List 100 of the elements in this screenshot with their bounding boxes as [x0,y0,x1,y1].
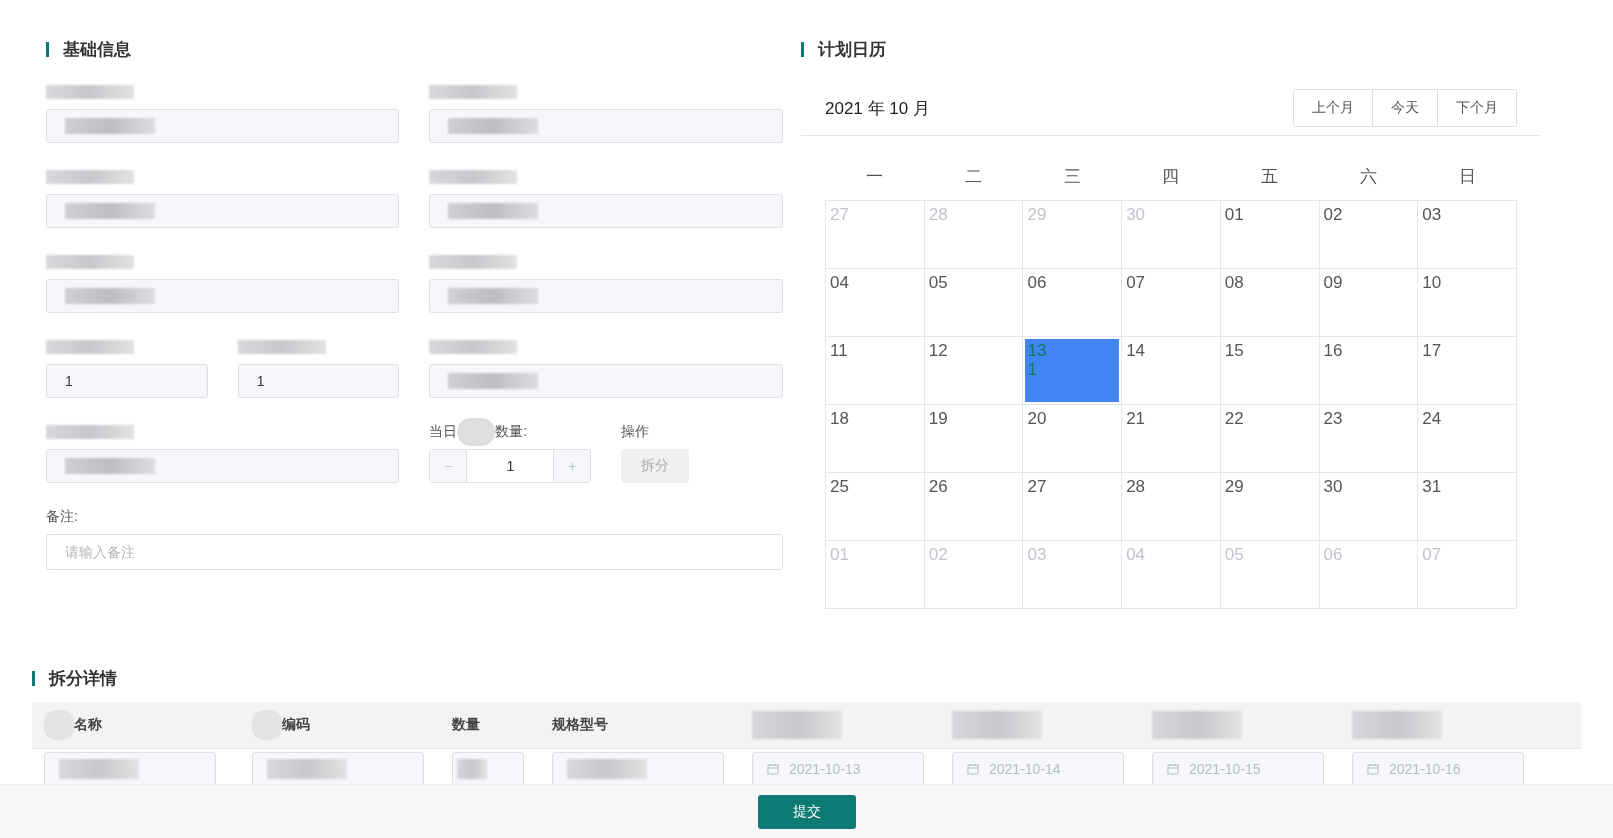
day-number: 06 [1323,545,1343,564]
day-number: 12 [928,341,948,360]
input-field[interactable] [552,752,724,786]
day-cell[interactable]: 07 [1122,269,1221,337]
input-field[interactable] [46,194,400,228]
day-cell[interactable]: 31 [1418,473,1517,541]
day-cell[interactable]: 08 [1220,269,1320,337]
day-number: 26 [928,477,948,496]
day-number: 13 [1027,341,1047,360]
column-header: 编码 [282,716,310,734]
day-cell[interactable]: 17 [1418,337,1517,405]
day-cell[interactable]: 16 [1319,337,1419,405]
redacted-block [457,418,496,446]
day-number: 09 [1323,273,1343,292]
day-number: 29 [1224,477,1244,496]
input-field[interactable] [429,109,783,143]
day-number: 22 [1224,409,1244,428]
day-cell[interactable]: 04 [826,269,925,337]
field-label: 备注: [46,508,78,526]
day-cell[interactable]: 09 [1319,269,1419,337]
weekday-label: 一 [864,165,884,188]
day-number: 01 [1224,205,1244,224]
calendar-icon [767,763,779,775]
section-title: 基础信息 [63,39,131,61]
redacted-block [457,759,487,779]
day-cell[interactable]: 19 [924,405,1024,473]
day-cell[interactable]: 06 [1023,269,1123,337]
day-number: 02 [928,545,948,564]
day-number: 14 [1126,341,1146,360]
weekday-label: 五 [1260,165,1280,188]
day-number: 04 [1126,545,1146,564]
day-number: 07 [1422,545,1442,564]
weekday-label: 三 [1062,165,1082,188]
day-number: 21 [1126,409,1146,428]
day-cell[interactable]: 26 [924,473,1024,541]
column-header: 规格型号 [552,716,608,734]
day-cell[interactable]: 14 [1122,337,1221,405]
day-cell[interactable]: 21 [1122,405,1221,473]
day-number: 04 [830,273,849,292]
input-field[interactable] [46,279,400,313]
day-number: 28 [1126,477,1146,496]
input-field[interactable] [46,109,400,143]
day-cell[interactable]: 18 [826,405,925,473]
weekday-label: 二 [963,165,983,188]
calendar-icon [1167,763,1179,775]
day-cell[interactable]: 23 [1319,405,1419,473]
day-number: 29 [1027,205,1047,224]
month-title: 2021 年 10 月 [825,97,930,120]
day-number: 27 [1027,477,1047,496]
day-number: 01 [830,545,849,564]
section-title: 拆分详情 [49,668,117,690]
input-field[interactable] [429,279,783,313]
day-number: 17 [1422,341,1442,360]
day-cell[interactable]: 02 [1319,201,1419,269]
day-cell[interactable]: 11 [826,337,925,405]
day-cell[interactable]: 22 [1220,405,1320,473]
input-field[interactable] [429,194,783,228]
submit-button[interactable]: 提交 [757,794,856,829]
day-number: 03 [1027,545,1047,564]
day-number: 07 [1126,273,1146,292]
day-number: 28 [928,205,948,224]
day-cell[interactable]: 03 [1418,201,1517,269]
day-cell[interactable]: 24 [1418,405,1517,473]
day-number: 19 [928,409,948,428]
day-number: 10 [1422,273,1442,292]
day-number: 03 [1422,205,1442,224]
day-number: 11 [830,341,848,360]
day-number: 31 [1422,477,1442,496]
day-cell[interactable]: 01 [1220,201,1320,269]
day-cell[interactable]: 15 [1220,337,1320,405]
day-number: 30 [1323,477,1343,496]
input-field[interactable] [46,449,400,483]
remark-field[interactable]: 请输入备注 [46,534,783,570]
input-field[interactable] [44,752,216,786]
input-field[interactable]: 1 [237,364,400,398]
day-cell[interactable]: 28 [1122,473,1221,541]
month-nav-button[interactable]: 下个月 [1437,90,1516,126]
day-cell[interactable]: 27 [1023,473,1123,541]
input-field[interactable] [452,752,524,786]
day-number: 05 [928,273,948,292]
section-title: 计划日历 [818,39,886,61]
input-field[interactable] [429,364,783,398]
day-cell[interactable]: 10 [1418,269,1517,337]
day-cell[interactable]: 25 [826,473,925,541]
day-cell[interactable]: 05 [924,269,1024,337]
day-cell[interactable]: 12 [924,337,1024,405]
column-header: 数量 [452,716,480,734]
day-number: 05 [1224,545,1244,564]
day-cell[interactable]: 20 [1023,405,1123,473]
input-field[interactable]: 1 [46,364,208,398]
day-cell[interactable]: 30 [1319,473,1419,541]
calendar-icon [967,763,979,775]
calendar-icon [1367,763,1379,775]
day-number: 20 [1027,409,1047,428]
column-header: 名称 [74,716,102,734]
field-label: 数量: [495,423,528,441]
day-number: 25 [830,477,849,496]
input-field[interactable] [252,752,424,786]
day-cell[interactable]: 29 [1220,473,1320,541]
day-number: 16 [1323,341,1343,360]
